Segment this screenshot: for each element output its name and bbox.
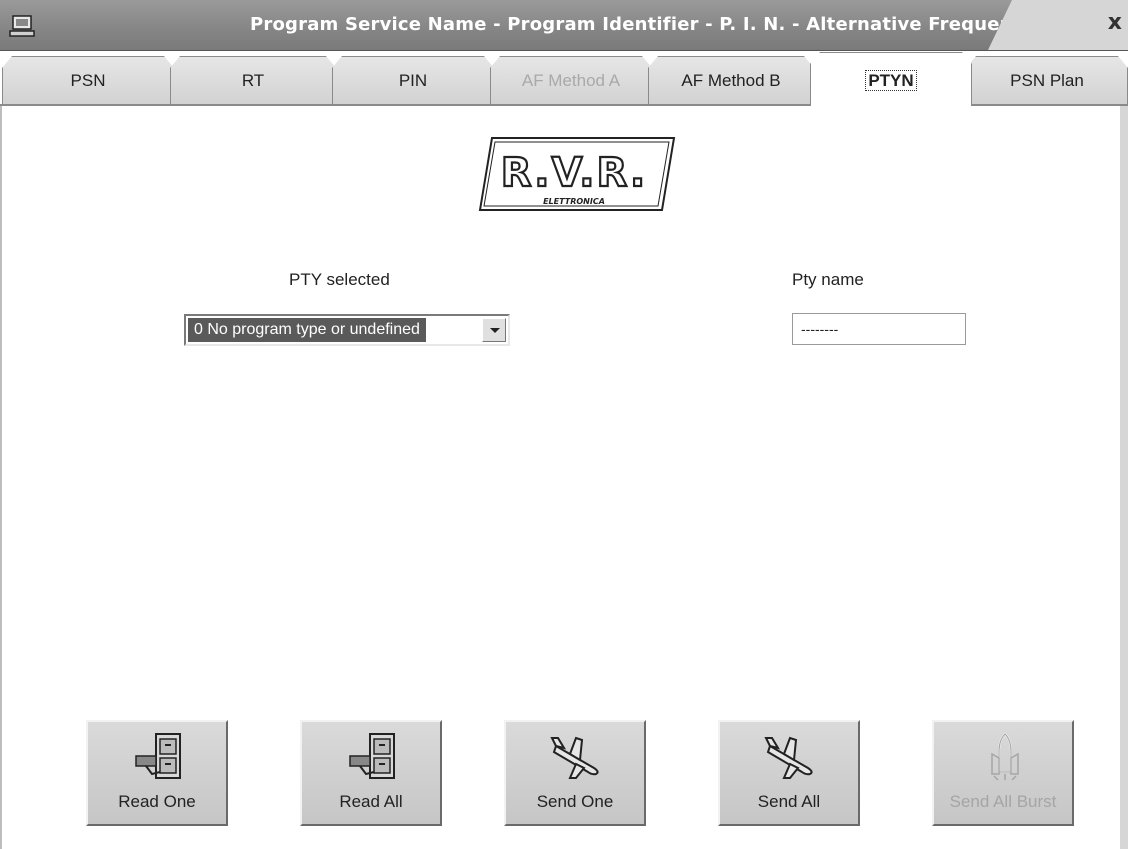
panel-right-border — [1120, 106, 1128, 849]
send-one-label: Send One — [536, 792, 614, 811]
send-all-burst-label: Send All Burst — [949, 792, 1057, 811]
pty-select-value: 0 No program type or undefined — [188, 318, 426, 342]
read-one-button[interactable]: Read One — [86, 720, 228, 826]
tab-rt[interactable]: RT — [170, 56, 336, 104]
send-one-button[interactable]: Send One — [504, 720, 646, 826]
pty-name-input[interactable]: -------- — [792, 313, 966, 345]
tab-label: PIN — [398, 71, 428, 90]
rvr-logo: R.V.R. ELETTRONICA — [478, 137, 676, 211]
computer-icon — [9, 15, 35, 37]
send-all-label: Send All — [757, 792, 821, 811]
tab-strip: PSN RT PIN AF Method A AF Method B PSN P… — [0, 52, 1128, 106]
tab-label: PTYN — [868, 71, 914, 90]
logo-text: R.V.R. — [501, 150, 647, 196]
logo-subtext: ELETTRONICA — [543, 197, 605, 206]
tab-label: PSN — [70, 71, 106, 90]
tab-ptyn[interactable]: PTYN — [810, 52, 972, 106]
tab-psn[interactable]: PSN — [2, 56, 174, 104]
pty-selected-label: PTY selected — [289, 270, 390, 289]
file-cabinet-icon — [135, 733, 181, 779]
window-title: Program Service Name - Program Identifie… — [250, 14, 1036, 35]
tab-label: RT — [241, 71, 265, 90]
airplane-icon — [550, 736, 599, 779]
pty-select[interactable]: 0 No program type or undefined — [184, 314, 510, 346]
pty-name-label: Pty name — [792, 270, 864, 289]
read-all-label: Read All — [339, 792, 403, 811]
tab-label: AF Method B — [681, 71, 781, 90]
read-all-button[interactable]: Read All — [300, 720, 442, 826]
send-all-burst-button: Send All Burst — [932, 720, 1074, 826]
airplane-icon — [764, 736, 813, 779]
close-icon[interactable]: x — [1108, 10, 1122, 35]
tab-label: PSN Plan — [1010, 71, 1084, 90]
tab-pin[interactable]: PIN — [332, 56, 494, 104]
tab-psn-plan[interactable]: PSN Plan — [966, 56, 1128, 104]
chevron-down-icon[interactable] — [482, 318, 506, 342]
tab-af-method-b[interactable]: AF Method B — [648, 56, 814, 104]
panel-left-border — [0, 106, 2, 849]
file-cabinet-icon — [349, 733, 395, 779]
read-one-label: Read One — [118, 792, 196, 811]
title-bar: Program Service Name - Program Identifie… — [0, 0, 1128, 51]
space-shuttle-icon — [991, 732, 1019, 781]
tab-label: AF Method A — [521, 71, 621, 90]
tab-af-method-a: AF Method A — [490, 56, 652, 104]
send-all-button[interactable]: Send All — [718, 720, 860, 826]
